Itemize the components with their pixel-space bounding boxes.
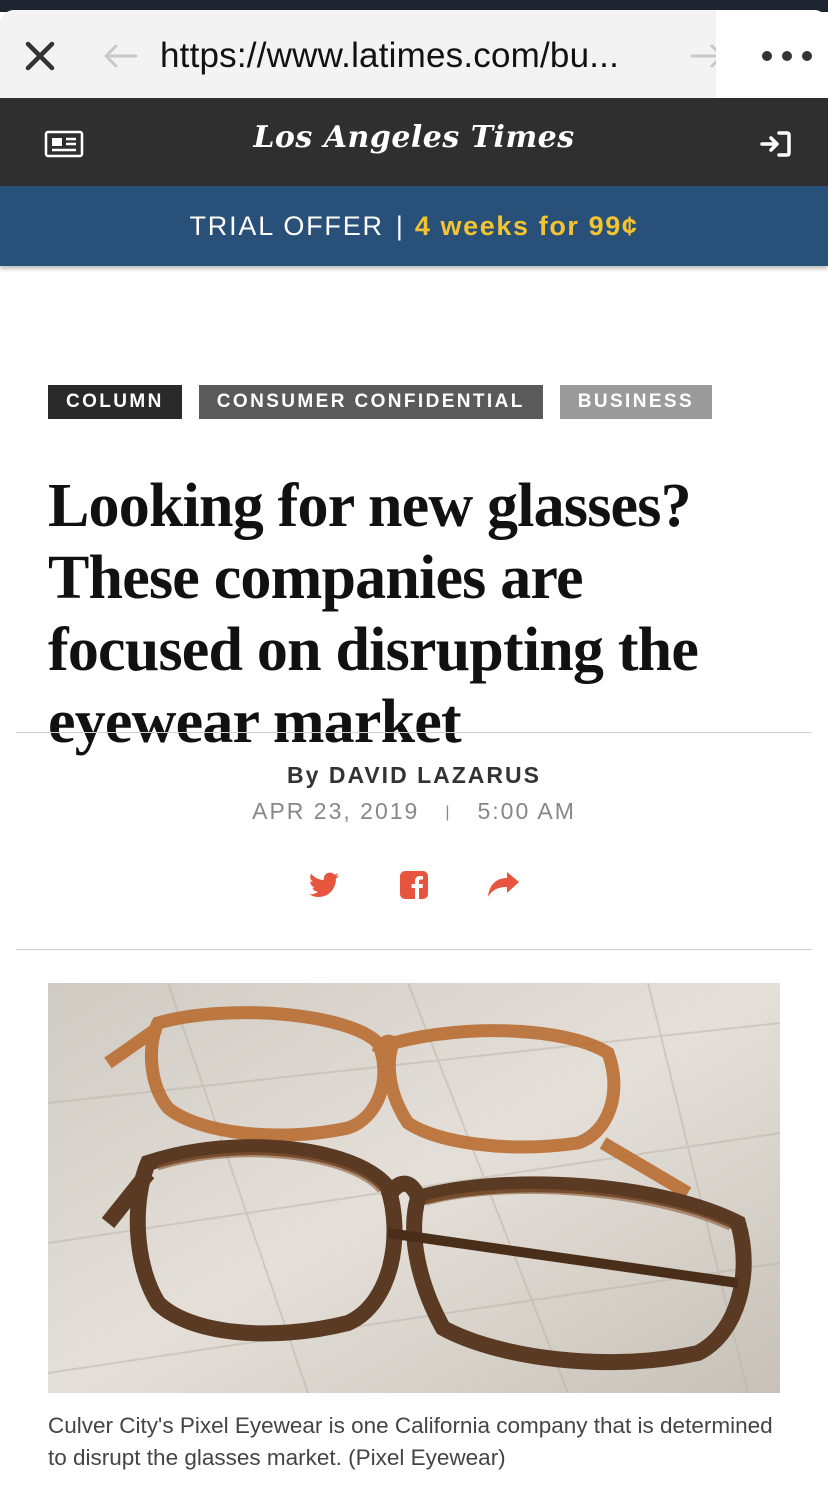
back-button[interactable]: [100, 38, 140, 74]
sign-in-icon: [760, 131, 791, 157]
article-headline: Looking for new glasses? These companies…: [48, 472, 699, 756]
close-icon: [25, 41, 55, 71]
site-header: Los Angeles Times: [0, 98, 828, 186]
tag-consumer-confidential[interactable]: CONSUMER CONFIDENTIAL: [198, 385, 543, 419]
date-separator: |: [445, 804, 452, 821]
share-twitter-button[interactable]: [307, 868, 341, 902]
trial-separator: |: [395, 210, 403, 241]
more-dot: [802, 51, 812, 61]
site-logo[interactable]: Los Angeles Times: [0, 120, 828, 155]
dateline: APR 23, 2019 | 5:00 AM: [0, 798, 828, 825]
publish-time: 5:00 AM: [477, 798, 576, 824]
share-more-button[interactable]: [487, 868, 521, 902]
back-arrow-icon: [104, 44, 138, 68]
more-dot: [782, 51, 792, 61]
publish-date: APR 23, 2019: [252, 798, 420, 824]
author-link[interactable]: DAVID LAZARUS: [329, 762, 541, 788]
facebook-icon: [400, 871, 428, 899]
byline: By DAVID LAZARUS: [0, 762, 828, 789]
eyeglasses-photo: [48, 983, 780, 1393]
byline-prefix: By: [287, 762, 321, 788]
divider-top: [16, 732, 812, 733]
image-caption: Culver City's Pixel Eyewear is one Calif…: [48, 1413, 773, 1470]
trial-offer-banner[interactable]: TRIAL OFFER | 4 weeks for 99¢: [0, 186, 828, 266]
url-field[interactable]: https://www.latimes.com/bu...: [160, 36, 619, 76]
divider-bottom: [16, 949, 812, 950]
sign-in-button[interactable]: [760, 130, 792, 158]
browser-url-bar: https://www.latimes.com/bu...: [0, 10, 828, 98]
close-button[interactable]: [18, 34, 62, 78]
trial-offer-price: 4 weeks for 99¢: [414, 210, 639, 241]
trial-offer-label: TRIAL OFFER: [189, 210, 384, 241]
twitter-icon: [309, 872, 339, 897]
more-dots-icon: [762, 51, 772, 61]
more-button[interactable]: [762, 46, 812, 66]
hero-image[interactable]: [48, 983, 780, 1393]
tag-column[interactable]: COLUMN: [48, 385, 182, 419]
tag-business[interactable]: BUSINESS: [559, 385, 713, 419]
article-tags: COLUMN CONSUMER CONFIDENTIAL BUSINESS: [48, 385, 713, 419]
share-facebook-button[interactable]: [397, 868, 431, 902]
share-arrow-icon: [488, 872, 519, 897]
share-bar: [0, 868, 828, 902]
